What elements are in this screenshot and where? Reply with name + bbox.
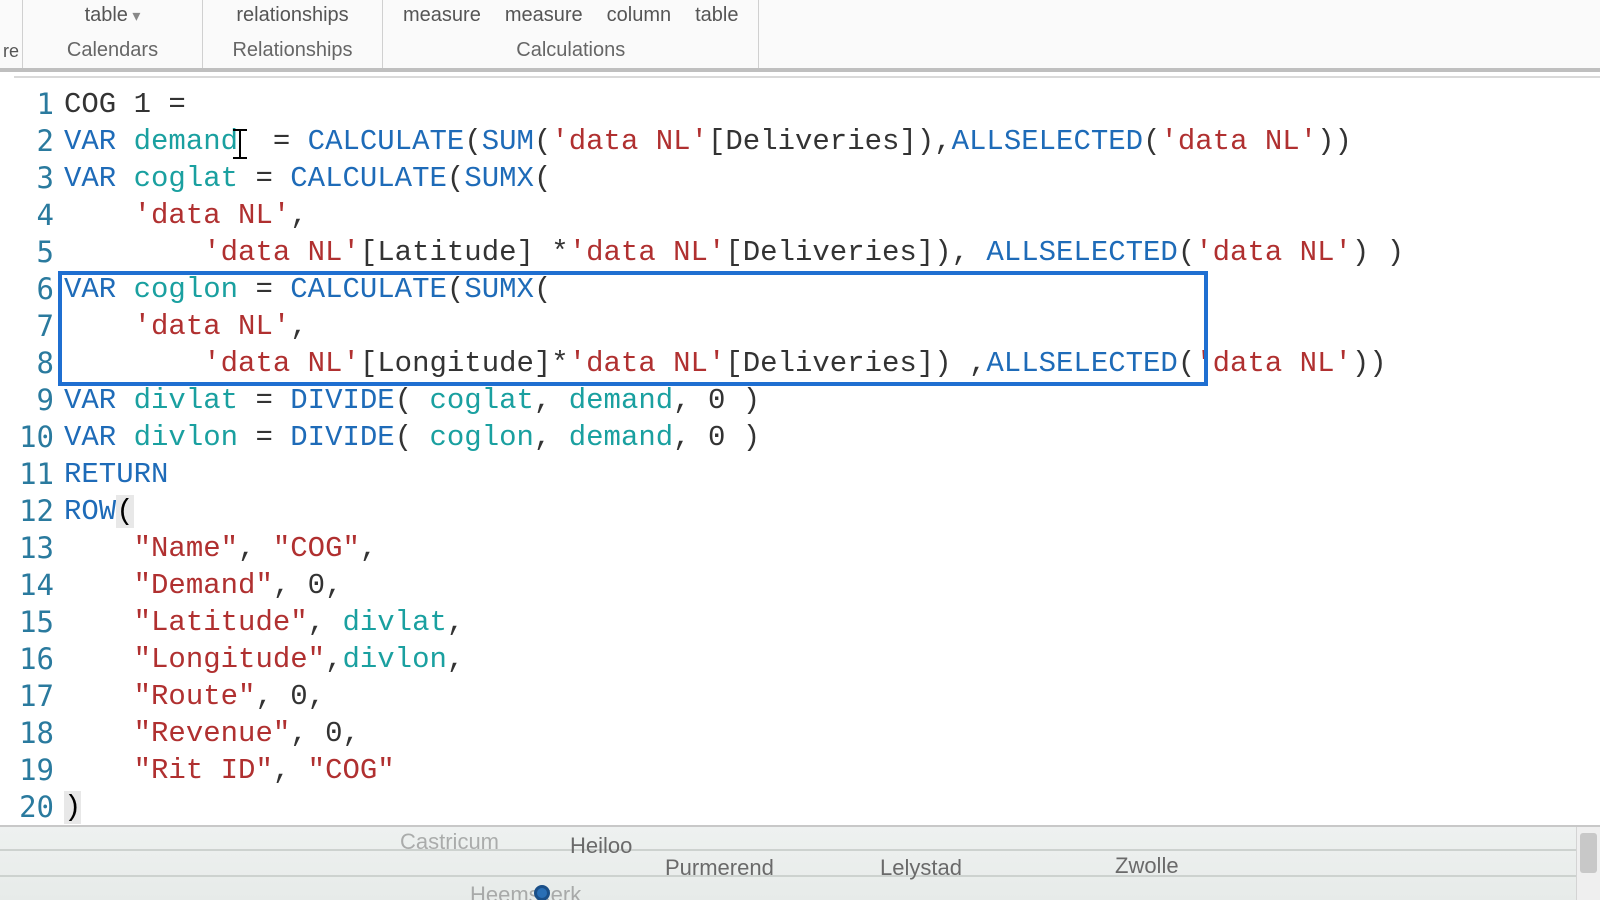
- line-number: 20: [14, 789, 64, 826]
- line-number: 11: [14, 456, 64, 493]
- line-number: 18: [14, 715, 64, 752]
- code-line[interactable]: 19 "Rit ID", "COG": [14, 752, 1600, 789]
- code-text[interactable]: VAR coglat = CALCULATE(SUMX(: [64, 160, 1600, 197]
- line-number: 9: [14, 382, 64, 419]
- ribbon-group-label: Calculations: [516, 39, 625, 64]
- line-number: 5: [14, 234, 64, 271]
- ribbon-button-relationships[interactable]: relationships: [236, 4, 348, 27]
- code-area[interactable]: 1COG 1 =2VAR demand = CALCULATE(SUM('dat…: [14, 78, 1600, 826]
- code-line[interactable]: 18 "Revenue", 0,: [14, 715, 1600, 752]
- line-number: 10: [14, 419, 64, 456]
- code-text[interactable]: 'data NL'[Longitude]*'data NL'[Deliverie…: [64, 345, 1600, 382]
- ribbon-button-measure[interactable]: measure: [403, 4, 481, 27]
- code-line[interactable]: 8 'data NL'[Longitude]*'data NL'[Deliver…: [14, 345, 1600, 382]
- code-text[interactable]: "Latitude", divlat,: [64, 604, 1600, 641]
- ribbon-button-measure[interactable]: measure: [505, 4, 583, 27]
- code-line[interactable]: 12ROW(: [14, 493, 1600, 530]
- code-line[interactable]: 3VAR coglat = CALCULATE(SUMX(: [14, 160, 1600, 197]
- line-number: 7: [14, 308, 64, 345]
- line-number: 17: [14, 678, 64, 715]
- ribbon-button-table[interactable]: table: [85, 4, 141, 27]
- ribbon-group-calculations: measure measure column table Calculations: [382, 0, 759, 68]
- code-text[interactable]: 'data NL',: [64, 197, 1600, 234]
- code-text[interactable]: "Longitude",divlon,: [64, 641, 1600, 678]
- code-text[interactable]: 'data NL'[Latitude] *'data NL'[Deliverie…: [64, 234, 1600, 271]
- code-line[interactable]: 20): [14, 789, 1600, 826]
- line-number: 1: [14, 86, 64, 123]
- map-label-zwolle: Zwolle: [1115, 853, 1179, 879]
- ribbon-group-label: Relationships: [232, 39, 352, 64]
- code-line[interactable]: 16 "Longitude",divlon,: [14, 641, 1600, 678]
- code-line[interactable]: 6VAR coglon = CALCULATE(SUMX(: [14, 271, 1600, 308]
- line-number: 2: [14, 123, 64, 160]
- code-line[interactable]: 10VAR divlon = DIVIDE( coglon, demand, 0…: [14, 419, 1600, 456]
- line-number: 13: [14, 530, 64, 567]
- code-text[interactable]: "Name", "COG",: [64, 530, 1600, 567]
- formula-editor[interactable]: 1COG 1 =2VAR demand = CALCULATE(SUM('dat…: [14, 76, 1600, 900]
- ribbon-left-fragment: re: [0, 0, 22, 68]
- ribbon-button-table[interactable]: table: [695, 4, 738, 27]
- line-number: 3: [14, 160, 64, 197]
- code-line[interactable]: 2VAR demand = CALCULATE(SUM('data NL'[De…: [14, 123, 1600, 160]
- code-text[interactable]: COG 1 =: [64, 86, 1600, 123]
- code-line[interactable]: 14 "Demand", 0,: [14, 567, 1600, 604]
- code-text[interactable]: "Demand", 0,: [64, 567, 1600, 604]
- code-line[interactable]: 11RETURN: [14, 456, 1600, 493]
- line-number: 12: [14, 493, 64, 530]
- scrollbar-thumb[interactable]: [1580, 833, 1597, 873]
- line-number: 8: [14, 345, 64, 382]
- code-text[interactable]: VAR demand = CALCULATE(SUM('data NL'[Del…: [64, 123, 1600, 160]
- code-line[interactable]: 17 "Route", 0,: [14, 678, 1600, 715]
- code-line[interactable]: 13 "Name", "COG",: [14, 530, 1600, 567]
- map-label-heiloo: Heiloo: [570, 833, 632, 859]
- ribbon-group-label: Calendars: [67, 39, 158, 64]
- line-number: 6: [14, 271, 64, 308]
- code-line[interactable]: 4 'data NL',: [14, 197, 1600, 234]
- code-text[interactable]: "Revenue", 0,: [64, 715, 1600, 752]
- code-text[interactable]: 'data NL',: [64, 308, 1600, 345]
- line-number: 15: [14, 604, 64, 641]
- map-label-heemskerk: Heemskerk: [470, 882, 581, 900]
- code-text[interactable]: VAR divlat = DIVIDE( coglat, demand, 0 ): [64, 382, 1600, 419]
- code-text[interactable]: ROW(: [64, 493, 1600, 530]
- line-number: 4: [14, 197, 64, 234]
- line-number: 19: [14, 752, 64, 789]
- code-text[interactable]: RETURN: [64, 456, 1600, 493]
- map-label-lelystad: Lelystad: [880, 855, 962, 881]
- ribbon-button-column[interactable]: column: [607, 4, 671, 27]
- code-line[interactable]: 9VAR divlat = DIVIDE( coglat, demand, 0 …: [14, 382, 1600, 419]
- code-text[interactable]: VAR divlon = DIVIDE( coglon, demand, 0 ): [64, 419, 1600, 456]
- ribbon-group-relationships: relationships Relationships: [202, 0, 382, 68]
- code-line[interactable]: 5 'data NL'[Latitude] *'data NL'[Deliver…: [14, 234, 1600, 271]
- code-text[interactable]: ): [64, 789, 1600, 826]
- map-background: Castricum Heiloo Purmerend Lelystad Zwolle He…: [0, 825, 1600, 900]
- map-label-castricum: Castricum: [400, 829, 499, 855]
- ribbon-group-calendars: table Calendars: [22, 0, 202, 68]
- code-text[interactable]: "Rit ID", "COG": [64, 752, 1600, 789]
- code-text[interactable]: VAR coglon = CALCULATE(SUMX(: [64, 271, 1600, 308]
- ribbon-groups: table Calendars relationships Relationships…: [22, 0, 759, 68]
- line-number: 14: [14, 567, 64, 604]
- line-number: 16: [14, 641, 64, 678]
- code-text[interactable]: "Route", 0,: [64, 678, 1600, 715]
- code-line[interactable]: 15 "Latitude", divlat,: [14, 604, 1600, 641]
- code-line[interactable]: 1COG 1 =: [14, 86, 1600, 123]
- code-line[interactable]: 7 'data NL',: [14, 308, 1600, 345]
- map-scrollbar[interactable]: [1576, 827, 1600, 900]
- ribbon: re table Calendars relationships Relationsh…: [0, 0, 1600, 72]
- map-label-purmerend: Purmerend: [665, 855, 774, 881]
- map-marker: [534, 885, 550, 900]
